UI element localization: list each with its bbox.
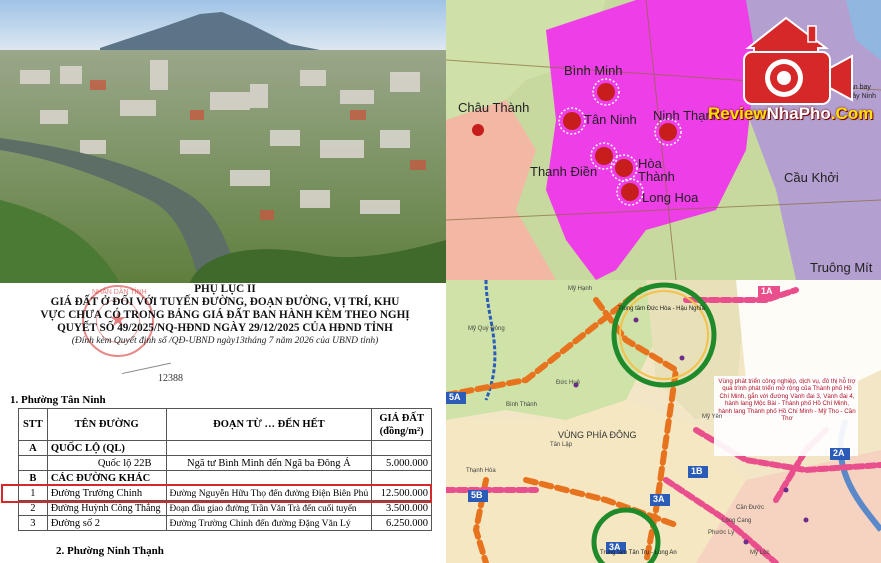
aerial-photo-illustration xyxy=(0,0,446,283)
header-stt: STT xyxy=(18,408,48,441)
watermark-text: ReviewNhaPho.Com xyxy=(708,104,873,124)
route-label: 1A xyxy=(761,286,773,296)
cell-stt xyxy=(18,455,48,471)
document-body: PHỤ LỤC II GIÁ ĐẤT Ở ĐỐI VỚI TUYẾN ĐƯỜNG… xyxy=(18,283,432,347)
watermark-text-a: Review xyxy=(708,104,767,123)
camera-house-icon xyxy=(743,16,853,105)
place-label: Long Cang xyxy=(722,518,752,524)
document-title: PHỤ LỤC II xyxy=(194,283,256,295)
map-label: Thanh Điền xyxy=(530,164,598,179)
place-label: Mỹ Yên xyxy=(702,414,723,420)
cell-price: 6.250.000 xyxy=(371,515,432,531)
table-header-row: STT TÊN ĐƯỜNG ĐOẠN TỪ … ĐẾN HẾT GIÁ ĐẤT … xyxy=(18,408,432,441)
cell-stt: 3 xyxy=(18,515,48,531)
document-subtitle: (Đính kèm Quyết định số /QĐ-UBND ngày13t… xyxy=(71,336,379,346)
place-label: Mỹ Hạnh xyxy=(568,286,593,292)
section-heading: 2. Phường Ninh Thạnh xyxy=(56,545,164,557)
center-label: Trung tâm Đức Hòa - Hậu Nghĩa xyxy=(618,306,705,312)
table-row: Quốc lộ 22B Ngã tư Bình Minh đến Ngã ba … xyxy=(18,455,432,471)
place-label: Thạnh Hóa xyxy=(466,468,496,474)
cell-name: Quốc lộ 22B xyxy=(46,455,167,471)
document-heading-line: QUYẾT SỐ 49/2025/NQ-HĐND NGÀY 29/12/2025… xyxy=(57,322,393,334)
map-label: Bình Minh xyxy=(564,63,623,78)
cell-segment: Ngã tư Bình Minh đến Ngã ba Đông Á xyxy=(165,455,373,471)
route-label: 1B xyxy=(691,466,703,476)
map-label: Tân Ninh xyxy=(584,112,637,127)
map-label: Châu Thành xyxy=(458,100,530,115)
watermark-text-b: NhaPho xyxy=(766,104,831,123)
cell-name: Đường số 2 xyxy=(46,515,167,531)
header-street-name: TÊN ĐƯỜNG xyxy=(46,408,167,441)
cell-price: 5.000.000 xyxy=(371,455,432,471)
section-heading: 1. Phường Tân Ninh xyxy=(10,394,106,406)
route-label: 5B xyxy=(471,490,483,500)
place-label: Mỹ Quý Đông xyxy=(468,326,505,332)
header-price-line2: (đồng/m²) xyxy=(379,425,424,437)
place-label: Phước Lý xyxy=(708,530,735,536)
map-label: Cầu Khởi xyxy=(784,170,839,185)
planning-map: 1A 5A 5B 3A 1B 2A 3A VÙNG PHÍA ĐÔNG Trun… xyxy=(446,280,881,563)
watermark-text-c: .Com xyxy=(830,104,874,123)
table-row: 3 Đường số 2 Đường Trường Chinh đến đườn… xyxy=(18,515,432,531)
route-label: 2A xyxy=(833,448,845,458)
place-label: Cần Đước xyxy=(736,505,764,511)
table-row: A QUỐC LỘ (QL) xyxy=(18,440,432,456)
header-price: GIÁ ĐẤT (đồng/m²) xyxy=(371,408,432,441)
price-document: ★ NHÂN DÂN TỈNH PHỤ LỤC II GIÁ ĐẤT Ở ĐỐI… xyxy=(0,283,446,563)
place-label: Bình Thành xyxy=(506,402,537,408)
document-heading-line: VỰC CHƯA CÓ TRONG BẢNG GIÁ ĐẤT BAN HÀNH … xyxy=(40,309,410,321)
map-label: Truông Mít xyxy=(810,260,873,275)
highlight-box xyxy=(1,484,432,503)
price-table: STT TÊN ĐƯỜNG ĐOẠN TỪ … ĐẾN HẾT GIÁ ĐẤT … xyxy=(18,408,432,531)
route-label: 3A xyxy=(653,494,665,504)
header-price-line1: GIÁ ĐẤT xyxy=(379,412,424,424)
aerial-city-photo xyxy=(0,0,446,283)
zone-note: Vùng phát triển công nghiệp, dịch vụ, đô… xyxy=(718,378,856,423)
map-label: Long Hoa xyxy=(642,190,699,205)
route-label: 5A xyxy=(449,392,461,402)
cell-segment: Đường Trường Chinh đến đường Đặng Văn Lý xyxy=(165,515,373,531)
cell-price xyxy=(371,440,432,456)
place-label: Tân Lập xyxy=(550,442,573,448)
cell-segment xyxy=(165,440,373,456)
center-label: Trung tâm Tân Trụ - Long An xyxy=(600,550,677,556)
document-heading-line: GIÁ ĐẤT Ở ĐỐI VỚI TUYẾN ĐƯỜNG, ĐOẠN ĐƯỜN… xyxy=(50,296,400,308)
header-segment: ĐOẠN TỪ … ĐẾN HẾT xyxy=(165,408,373,441)
place-label: Đức Huệ xyxy=(556,380,581,386)
cell-stt: A xyxy=(18,440,48,456)
area-label: VÙNG PHÍA ĐÔNG xyxy=(558,430,637,440)
place-label: Mỹ Lộc xyxy=(750,550,770,556)
map-label: Hòa Thành xyxy=(638,156,675,184)
cell-name: QUỐC LỘ (QL) xyxy=(46,440,167,456)
decision-number: 12388 xyxy=(158,373,183,384)
